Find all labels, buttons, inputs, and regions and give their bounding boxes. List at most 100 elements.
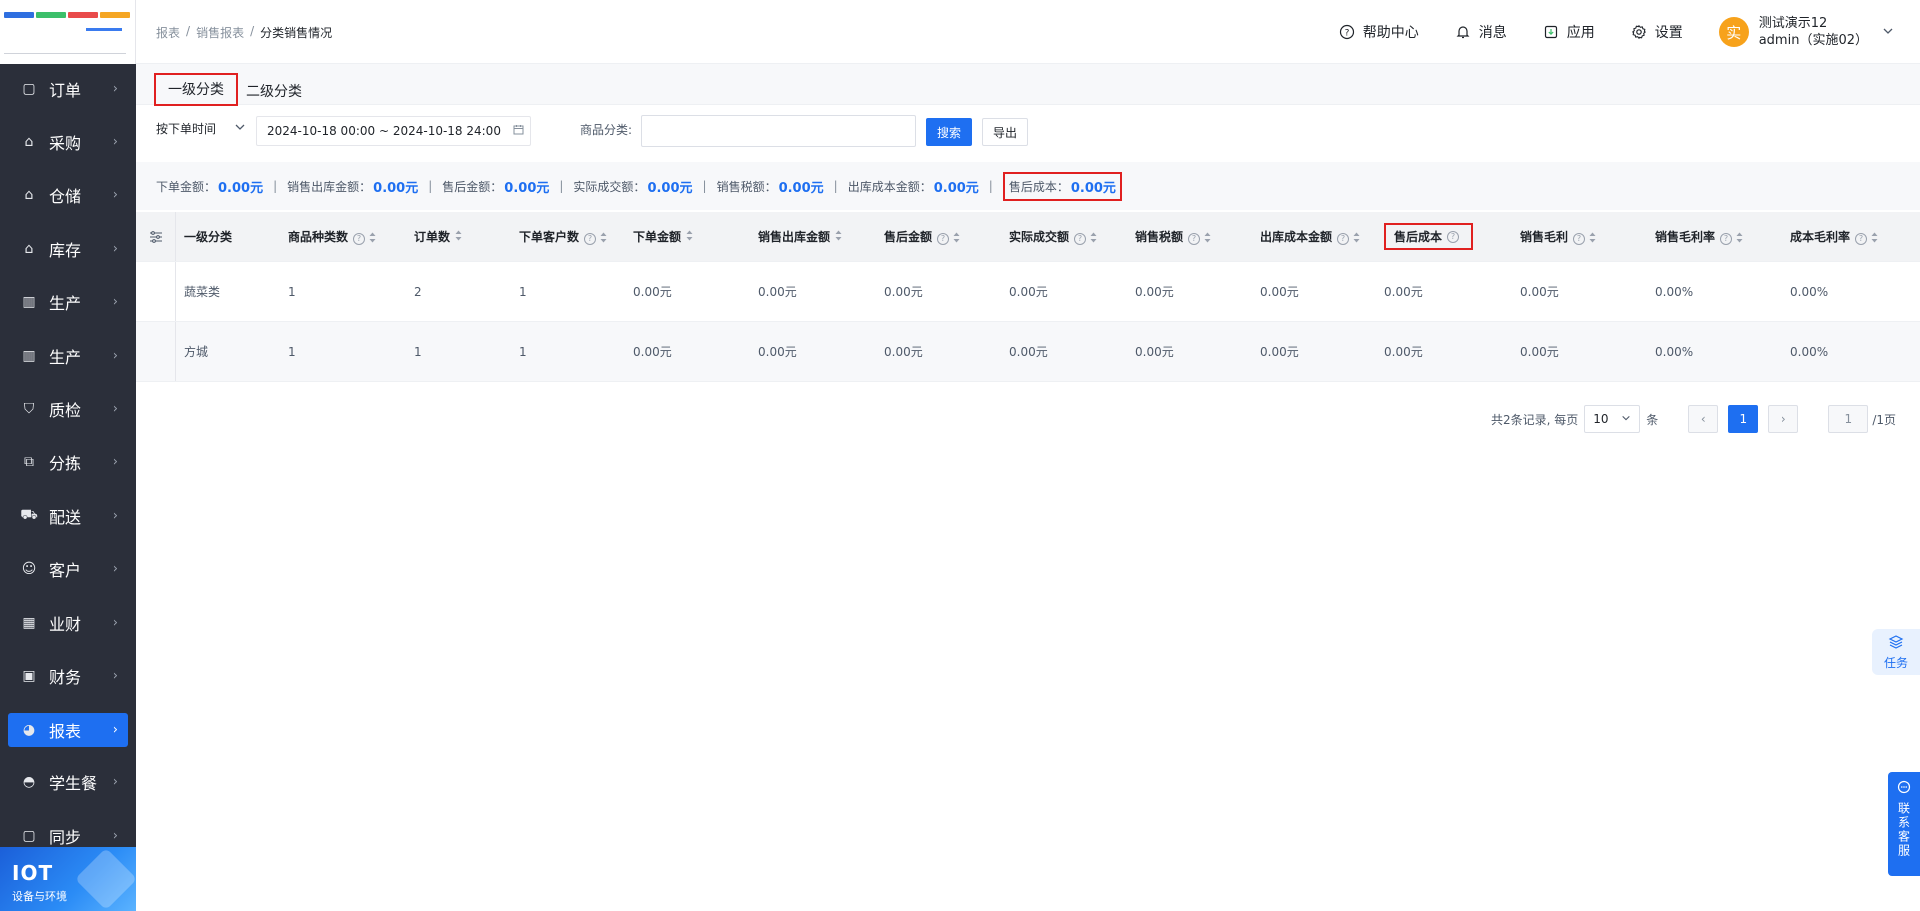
help-circle-icon[interactable]: ? [353, 232, 366, 245]
sort-icon[interactable] [1589, 232, 1596, 245]
help-circle-icon[interactable]: ? [1188, 232, 1201, 245]
help-circle-icon[interactable]: ? [1337, 232, 1350, 245]
sort-icon[interactable] [953, 232, 960, 245]
messages-link[interactable]: 消息 [1455, 22, 1507, 42]
next-page-button[interactable]: › [1768, 405, 1799, 433]
help-center-link[interactable]: ? 帮助中心 [1339, 22, 1419, 42]
summary-separator: | [559, 179, 564, 193]
sidebar-item-11[interactable]: ▣ 财务 › [0, 649, 136, 702]
apps-label: 应用 [1566, 25, 1595, 41]
time-type-select[interactable]: 按下单时间 [156, 120, 246, 137]
breadcrumb-item-reports[interactable]: 报表 [156, 24, 180, 41]
gear-icon [1631, 24, 1647, 40]
column-header[interactable]: 下单客户数? [519, 212, 607, 261]
sidebar-item-12[interactable]: ◕ 报表 › [8, 712, 128, 747]
help-circle-icon[interactable]: ? [937, 232, 950, 245]
column-header[interactable]: 售后金额? [884, 212, 960, 261]
page-jump-input[interactable]: 1 [1828, 405, 1869, 433]
help-circle-icon[interactable]: ? [1447, 230, 1460, 243]
summary-separator: | [988, 179, 993, 193]
user-menu[interactable]: 实 测试演示12 admin（实施02） [1718, 15, 1894, 49]
sidebar-item-1[interactable]: ⌂ 采购 › [0, 115, 136, 168]
column-header[interactable]: 销售毛利? [1520, 212, 1596, 261]
sidebar-item-3[interactable]: ⌂ 库存 › [0, 222, 136, 275]
task-float-button[interactable]: 任务 [1872, 629, 1920, 675]
sidebar-item-13[interactable]: ◓ 学生餐 › [0, 756, 136, 809]
page-size-select[interactable]: 10 [1584, 405, 1641, 433]
breadcrumb-item-sales-reports[interactable]: 销售报表 [196, 24, 244, 41]
prev-page-button[interactable]: ‹ [1688, 405, 1719, 433]
summary-stats: 下单金额： 0.00元 | 销售出库金额： 0.00元 | 售后金额： 0.00元 | 实际成交额… [136, 162, 1920, 210]
logo-thumbnail[interactable] [0, 0, 136, 64]
column-header[interactable]: 销售出库金额 [758, 212, 842, 261]
table-cell: 0.00元 [1384, 285, 1423, 299]
sidebar-item-6[interactable]: ⛉ 质检 › [0, 382, 136, 435]
table-row: 方城 1 1 1 0.00元 0.00元 0.00元 0.00元 0.00元 0.00元 0.00元… [136, 322, 1920, 382]
chevron-right-icon: › [112, 401, 118, 417]
sidebar-item-4[interactable]: ▥ 生产 › [0, 276, 136, 329]
sidebar-item-2[interactable]: ⌂ 仓储 › [0, 169, 136, 222]
apps-link[interactable]: 应用 [1543, 22, 1595, 42]
chevron-right-icon: › [112, 81, 118, 97]
sort-icon[interactable] [686, 230, 693, 243]
iot-banner[interactable]: IOT 设备与环境 [0, 847, 136, 911]
sidebar-item-10[interactable]: ▦ 业财 › [0, 596, 136, 649]
customer-support-button[interactable]: 联系客服 [1888, 772, 1920, 876]
sort-icon[interactable] [1353, 232, 1360, 245]
sort-icon[interactable] [369, 232, 376, 245]
sidebar-item-7[interactable]: ⧉ 分拣 › [0, 436, 136, 489]
category-filter-input[interactable] [641, 115, 916, 147]
warehouse-icon: ⌂ [24, 187, 34, 204]
help-circle-icon[interactable]: ? [584, 232, 597, 245]
sort-icon[interactable] [835, 230, 842, 243]
sidebar-item-5[interactable]: ▥ 生产 › [0, 329, 136, 382]
tab-level-2-category[interactable]: 二级分类 [246, 81, 302, 101]
tab-level-1-category[interactable]: 一级分类 [154, 73, 238, 106]
chevron-right-icon: › [112, 454, 118, 470]
sidebar-item-9[interactable]: ☺ 客户 › [0, 543, 136, 596]
column-header[interactable]: 订单数 [414, 212, 462, 261]
help-circle-icon[interactable]: ? [1573, 232, 1586, 245]
column-header[interactable]: 销售税额? [1135, 212, 1211, 261]
table-cell: 1 [288, 284, 296, 299]
sidebar-item-label: 分拣 [49, 454, 82, 474]
column-header-content: 下单金额 [633, 228, 693, 245]
sort-icon[interactable] [1090, 232, 1097, 245]
sort-icon[interactable] [1871, 232, 1878, 245]
page-number-1[interactable]: 1 [1728, 405, 1759, 433]
shopping-bag-icon: ⌂ [24, 134, 34, 151]
chevron-right-icon: › [112, 774, 118, 790]
column-header[interactable]: 成本毛利率? [1790, 212, 1878, 261]
help-circle-icon[interactable]: ? [1074, 232, 1087, 245]
table-cell: 0.00元 [1384, 345, 1423, 359]
sort-icon[interactable] [455, 230, 462, 243]
table-cell: 1 [519, 344, 527, 359]
help-circle-icon[interactable]: ? [1720, 232, 1733, 245]
column-header-icons: ? [1720, 232, 1743, 245]
sort-icon[interactable] [1204, 232, 1211, 245]
settings-link[interactable]: 设置 [1631, 22, 1683, 42]
export-button[interactable]: 导出 [982, 118, 1028, 146]
iot-subtitle: 设备与环境 [12, 890, 67, 903]
column-header[interactable]: 出库成本金额? [1260, 212, 1360, 261]
table-cell: 0.00元 [1135, 345, 1174, 359]
column-header[interactable]: 商品种类数? [288, 212, 376, 261]
sidebar-item-0[interactable]: ▢ 订单 › [0, 62, 136, 115]
sliders-icon[interactable] [136, 212, 176, 261]
column-header-content: 一级分类 [184, 228, 232, 245]
search-button[interactable]: 搜索 [926, 118, 972, 146]
column-header[interactable]: 实际成交额? [1009, 212, 1097, 261]
sort-icon[interactable] [600, 232, 607, 245]
sidebar-item-8[interactable]: ⛟ 配送 › [0, 489, 136, 542]
help-circle-icon[interactable]: ? [1855, 232, 1868, 245]
summary-stat: 出库成本金额： 0.00元 [848, 177, 979, 196]
user-name: 测试演示12 [1758, 16, 1828, 31]
date-range-picker[interactable]: 2024-10-18 00:00 ~ 2024-10-18 24:00 [256, 116, 531, 146]
column-header[interactable]: 下单金额 [633, 212, 693, 261]
sort-icon[interactable] [1736, 232, 1743, 245]
table-cell: 0.00元 [1520, 285, 1559, 299]
iot-title: IOT [12, 861, 54, 885]
layers-icon [1888, 634, 1904, 654]
calendar-icon [513, 124, 524, 138]
column-header[interactable]: 销售毛利率? [1655, 212, 1743, 261]
